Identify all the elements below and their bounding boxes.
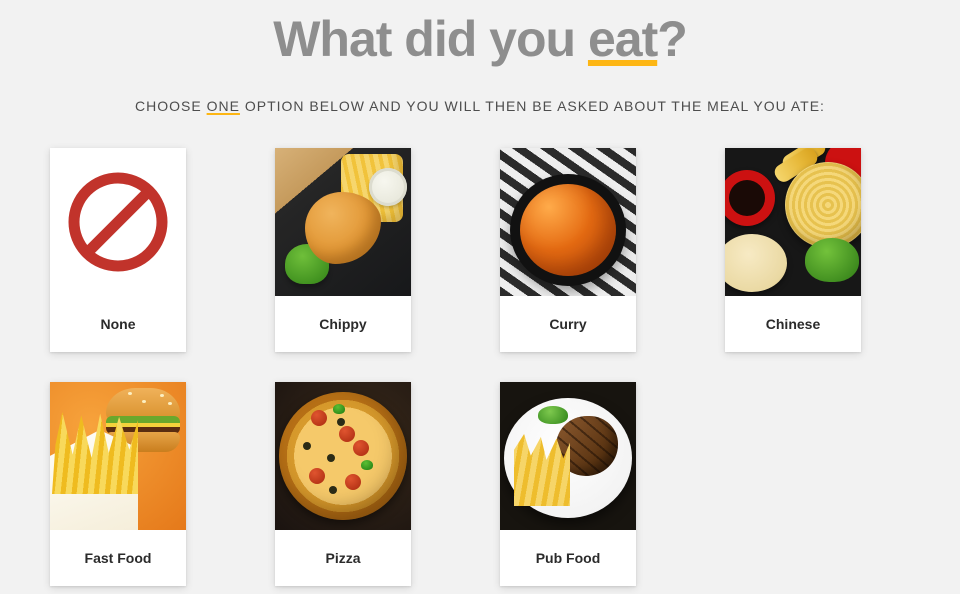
option-label: Pizza xyxy=(275,530,411,586)
option-card-curry[interactable]: Curry xyxy=(500,148,636,352)
option-label: Curry xyxy=(500,296,636,352)
option-card-fastfood[interactable]: Fast Food xyxy=(50,382,186,586)
options-grid: None Chippy Curry Chinese xyxy=(50,148,910,586)
burger-fries-image xyxy=(50,382,186,530)
page-title-underlined: eat xyxy=(588,11,657,67)
option-label: Fast Food xyxy=(50,530,186,586)
option-label: Chippy xyxy=(275,296,411,352)
option-label: Pub Food xyxy=(500,530,636,586)
page-content: What did you eat? CHOOSE ONE OPTION BELO… xyxy=(0,0,960,586)
fish-and-chips-image xyxy=(275,148,411,296)
option-label: None xyxy=(50,296,186,352)
option-card-pubfood[interactable]: Pub Food xyxy=(500,382,636,586)
subheading-suffix: OPTION BELOW AND YOU WILL THEN BE ASKED … xyxy=(240,98,825,114)
pizza-image xyxy=(275,382,411,530)
option-card-pizza[interactable]: Pizza xyxy=(275,382,411,586)
page-title-suffix: ? xyxy=(657,11,687,67)
option-card-none[interactable]: None xyxy=(50,148,186,352)
chinese-food-image xyxy=(725,148,861,296)
page-title-prefix: What did you xyxy=(273,11,588,67)
page-title: What did you eat? xyxy=(50,10,910,68)
option-card-chippy[interactable]: Chippy xyxy=(275,148,411,352)
subheading-prefix: CHOOSE xyxy=(135,98,207,114)
subheading-underlined: ONE xyxy=(207,98,240,114)
steak-chips-image xyxy=(500,382,636,530)
option-card-chinese[interactable]: Chinese xyxy=(725,148,861,352)
prohibition-icon xyxy=(50,148,186,296)
curry-bowl-image xyxy=(500,148,636,296)
option-label: Chinese xyxy=(725,296,861,352)
page-subheading: CHOOSE ONE OPTION BELOW AND YOU WILL THE… xyxy=(50,98,910,114)
